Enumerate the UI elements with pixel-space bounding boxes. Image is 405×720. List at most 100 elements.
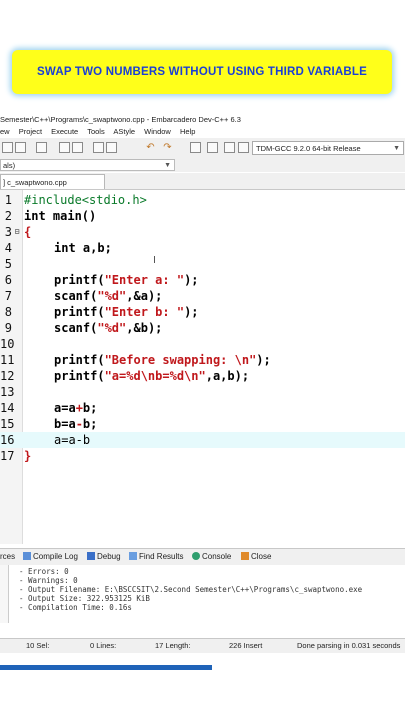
redo-icon[interactable]: ↷ [162,142,173,153]
status-lines: 0 Lines: [90,641,117,650]
scope-select[interactable]: als) ▼ [0,159,175,171]
editor-tab-bar: ] c_swaptwono.cpp [0,173,405,190]
chevron-down-icon: ▼ [164,162,171,169]
undo-icon[interactable]: ↶ [145,142,156,153]
tab-debug[interactable]: Debug [87,549,121,565]
code-line: 3 ⊟ { [0,224,405,240]
code-line: 2 int main() [0,208,405,224]
tab-console[interactable]: Console [192,549,231,565]
code-editor[interactable]: 1 #include<stdio.h> 2 int main() 3 ⊟ { 4… [0,190,405,544]
line-number: 17 [0,449,15,463]
log-line: - Output Size: 322.953125 KiB [19,594,150,603]
line-number: 6 [4,273,12,287]
menu-item-tools[interactable]: Tools [87,127,105,136]
line-number: 5 [4,257,12,271]
code-line: 15 b=a-b; [0,416,405,432]
operator: + [75,401,83,415]
status-length: 17 Length: [155,641,191,650]
code-line: 4 int a,b; [0,240,405,256]
menu-item-view[interactable]: ew [0,127,10,136]
toolbar-button[interactable] [15,142,26,153]
tab-compile-log[interactable]: Compile Log [23,549,78,565]
menu-bar: ew Project Execute Tools AStyle Window H… [0,126,405,138]
code-line: 1 #include<stdio.h> [0,192,405,208]
debug-icon [87,552,95,560]
code-text: a,b; [75,241,112,255]
tab-close[interactable]: Close [241,549,271,565]
toolbar-button[interactable] [59,142,70,153]
line-number: 15 [0,417,15,431]
code-text: ,a,b); [205,369,250,383]
scope-select-value: als) [3,161,16,170]
line-number: 2 [4,209,12,223]
log-line: - Warnings: 0 [19,576,78,585]
toolbar-button[interactable] [190,142,201,153]
code-line: 8 printf("Enter b: "); [0,304,405,320]
code-text: scanf( [54,289,98,303]
tab-label: Close [251,552,272,561]
banner-text: SWAP TWO NUMBERS WITHOUT USING THIRD VAR… [37,66,367,78]
line-number: 4 [4,241,12,255]
tab-find-results[interactable]: Find Results [129,549,183,565]
line-number: 12 [0,369,15,383]
keyword: int [24,209,46,223]
menu-item-project[interactable]: Project [19,127,42,136]
compile-log-icon [23,552,31,560]
close-icon [241,552,249,560]
status-parse: Done parsing in 0.031 seconds [297,641,401,650]
code-text: printf( [54,353,105,367]
line-number: 14 [0,401,15,415]
code-text: printf( [54,369,105,383]
tab-c-swaptwono[interactable]: ] c_swaptwono.cpp [0,174,105,189]
line-number: 9 [4,321,12,335]
tab-label: Find Results [139,552,184,561]
code-text: ); [184,273,199,287]
log-line: - Compilation Time: 0.16s [19,603,132,612]
line-number: 13 [0,385,15,399]
toolbar-button[interactable] [72,142,83,153]
mouse-cursor [154,256,155,263]
toolbar-button[interactable] [238,142,249,153]
console-icon [192,552,200,560]
code-line: 7 scanf("%d",&a); [0,288,405,304]
compiler-select[interactable]: TDM-GCC 9.2.0 64-bit Release ▼ [252,141,404,155]
line-number: 3 [4,225,12,239]
bottom-panel-tabs: rces Compile Log Debug Find Results Cons… [0,548,405,566]
toolbar-button[interactable] [2,142,13,153]
code-text: a=a [54,401,76,415]
find-results-icon [129,552,137,560]
code-text: #include<stdio.h> [24,193,147,207]
code-line: 11 printf("Before swapping: \n"); [0,352,405,368]
current-line: 16 a=a-b [0,432,405,448]
status-insert: 226 Insert [229,641,263,650]
title-banner: SWAP TWO NUMBERS WITHOUT USING THIRD VAR… [12,50,392,94]
menu-item-help[interactable]: Help [180,127,195,136]
toolbar-button[interactable] [224,142,235,153]
code-line: 17 } [0,448,405,464]
toolbar: ↶ ↷ TDM-GCC 9.2.0 64-bit Release ▼ [0,138,405,159]
log-line: - Output Filename: E:\BSCCSIT\2.Second S… [19,585,363,594]
string-literal: "Before swapping: \n" [104,353,257,367]
compile-log-output[interactable]: - Errors: 0 - Warnings: 0 - Output Filen… [8,565,405,623]
status-bar: 10 Sel: 0 Lines: 17 Length: 226 Insert D… [0,638,405,653]
toolbar-button[interactable] [93,142,104,153]
code-text: ); [184,305,199,319]
compiler-select-value: TDM-GCC 9.2.0 64-bit Release [256,144,361,153]
menu-item-astyle[interactable]: AStyle [113,127,135,136]
fold-icon[interactable]: ⊟ [13,224,21,240]
code-text: { [24,225,32,239]
code-text: b; [82,417,98,431]
menu-item-window[interactable]: Window [144,127,171,136]
code-text: } [24,449,32,463]
toolbar-button[interactable] [207,142,218,153]
toolbar-button[interactable] [106,142,117,153]
code-line: 12 printf("a=%d\nb=%d\n",a,b); [0,368,405,384]
menu-item-execute[interactable]: Execute [51,127,78,136]
toolbar-button[interactable] [36,142,47,153]
class-browser-bar: als) ▼ [0,158,405,172]
string-literal: "Enter b: " [104,305,185,319]
tab-label: Debug [97,552,121,561]
tab-resources[interactable]: rces [0,549,15,565]
code-line: 14 a=a+b; [0,400,405,416]
line-number: 7 [4,289,12,303]
